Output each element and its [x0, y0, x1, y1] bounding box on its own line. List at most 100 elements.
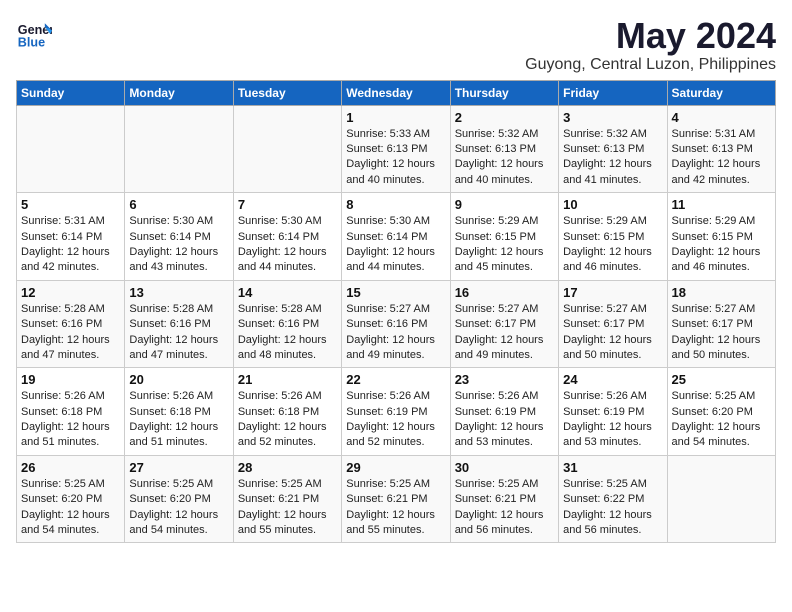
day-info: Sunrise: 5:26 AM Sunset: 6:19 PM Dayligh…	[455, 389, 554, 451]
day-info: Sunrise: 5:25 AM Sunset: 6:21 PM Dayligh…	[346, 477, 445, 539]
day-number: 10	[563, 197, 662, 212]
calendar-day-cell: 12 Sunrise: 5:28 AM Sunset: 6:16 PM Dayli…	[17, 280, 125, 368]
calendar-day-cell: 6 Sunrise: 5:30 AM Sunset: 6:14 PM Daylig…	[125, 193, 233, 281]
weekday-header-cell: Friday	[559, 80, 667, 105]
calendar-day-cell: 31 Sunrise: 5:25 AM Sunset: 6:22 PM Dayli…	[559, 455, 667, 543]
calendar-day-cell: 15 Sunrise: 5:27 AM Sunset: 6:16 PM Dayli…	[342, 280, 450, 368]
calendar-day-cell: 26 Sunrise: 5:25 AM Sunset: 6:20 PM Dayli…	[17, 455, 125, 543]
calendar-day-cell: 2Sunrise: 5:32 AM Sunset: 6:13 PM Daylig…	[450, 105, 558, 193]
day-info: Sunrise: 5:30 AM Sunset: 6:14 PM Dayligh…	[238, 214, 337, 276]
day-number: 31	[563, 460, 662, 475]
day-info: Sunrise: 5:26 AM Sunset: 6:18 PM Dayligh…	[21, 389, 120, 451]
weekday-header-cell: Tuesday	[233, 80, 341, 105]
calendar-day-cell: 21Sunrise: 5:26 AM Sunset: 6:18 PM Dayli…	[233, 368, 341, 456]
day-number: 9	[455, 197, 554, 212]
day-number: 19	[21, 372, 120, 387]
calendar-day-cell: 1Sunrise: 5:33 AM Sunset: 6:13 PM Daylig…	[342, 105, 450, 193]
calendar-day-cell: 23 Sunrise: 5:26 AM Sunset: 6:19 PM Dayli…	[450, 368, 558, 456]
calendar-week-row: 19 Sunrise: 5:26 AM Sunset: 6:18 PM Dayli…	[17, 368, 776, 456]
calendar-day-cell: 27Sunrise: 5:25 AM Sunset: 6:20 PM Dayli…	[125, 455, 233, 543]
day-info: Sunrise: 5:25 AM Sunset: 6:20 PM Dayligh…	[21, 477, 120, 539]
calendar-day-cell: 16 Sunrise: 5:27 AM Sunset: 6:17 PM Dayli…	[450, 280, 558, 368]
calendar-day-cell: 28 Sunrise: 5:25 AM Sunset: 6:21 PM Dayli…	[233, 455, 341, 543]
page-header: General Blue May 2024 Guyong, Central Lu…	[16, 16, 776, 74]
day-number: 2	[455, 110, 554, 125]
day-info: Sunrise: 5:32 AM Sunset: 6:13 PM Dayligh…	[563, 127, 662, 189]
day-number: 5	[21, 197, 120, 212]
calendar-day-cell: 5 Sunrise: 5:31 AM Sunset: 6:14 PM Daylig…	[17, 193, 125, 281]
day-info: Sunrise: 5:33 AM Sunset: 6:13 PM Dayligh…	[346, 127, 445, 189]
day-number: 28	[238, 460, 337, 475]
day-number: 23	[455, 372, 554, 387]
calendar-day-cell: 11Sunrise: 5:29 AM Sunset: 6:15 PM Dayli…	[667, 193, 775, 281]
calendar-day-cell: 3 Sunrise: 5:32 AM Sunset: 6:13 PM Daylig…	[559, 105, 667, 193]
calendar-day-cell: 18 Sunrise: 5:27 AM Sunset: 6:17 PM Dayli…	[667, 280, 775, 368]
day-number: 22	[346, 372, 445, 387]
day-number: 7	[238, 197, 337, 212]
day-number: 15	[346, 285, 445, 300]
weekday-header-cell: Monday	[125, 80, 233, 105]
day-number: 12	[21, 285, 120, 300]
day-number: 13	[129, 285, 228, 300]
calendar-day-cell: 20Sunrise: 5:26 AM Sunset: 6:18 PM Dayli…	[125, 368, 233, 456]
calendar-week-row: 5 Sunrise: 5:31 AM Sunset: 6:14 PM Daylig…	[17, 193, 776, 281]
day-info: Sunrise: 5:28 AM Sunset: 6:16 PM Dayligh…	[129, 302, 228, 364]
calendar-day-cell: 22 Sunrise: 5:26 AM Sunset: 6:19 PM Dayli…	[342, 368, 450, 456]
calendar-day-cell: 30 Sunrise: 5:25 AM Sunset: 6:21 PM Dayli…	[450, 455, 558, 543]
day-info: Sunrise: 5:26 AM Sunset: 6:19 PM Dayligh…	[563, 389, 662, 451]
day-number: 16	[455, 285, 554, 300]
day-info: Sunrise: 5:30 AM Sunset: 6:14 PM Dayligh…	[346, 214, 445, 276]
title-block: May 2024 Guyong, Central Luzon, Philippi…	[525, 16, 776, 74]
day-info: Sunrise: 5:28 AM Sunset: 6:16 PM Dayligh…	[21, 302, 120, 364]
day-info: Sunrise: 5:25 AM Sunset: 6:21 PM Dayligh…	[455, 477, 554, 539]
day-number: 20	[129, 372, 228, 387]
day-number: 6	[129, 197, 228, 212]
month-title: May 2024	[525, 16, 776, 56]
day-number: 24	[563, 372, 662, 387]
day-info: Sunrise: 5:27 AM Sunset: 6:17 PM Dayligh…	[672, 302, 771, 364]
calendar-day-cell: 19 Sunrise: 5:26 AM Sunset: 6:18 PM Dayli…	[17, 368, 125, 456]
day-info: Sunrise: 5:28 AM Sunset: 6:16 PM Dayligh…	[238, 302, 337, 364]
logo: General Blue	[16, 16, 52, 52]
day-info: Sunrise: 5:31 AM Sunset: 6:14 PM Dayligh…	[21, 214, 120, 276]
day-info: Sunrise: 5:29 AM Sunset: 6:15 PM Dayligh…	[455, 214, 554, 276]
calendar-day-cell	[17, 105, 125, 193]
day-info: Sunrise: 5:27 AM Sunset: 6:16 PM Dayligh…	[346, 302, 445, 364]
day-info: Sunrise: 5:27 AM Sunset: 6:17 PM Dayligh…	[455, 302, 554, 364]
day-info: Sunrise: 5:31 AM Sunset: 6:13 PM Dayligh…	[672, 127, 771, 189]
calendar-day-cell: 8 Sunrise: 5:30 AM Sunset: 6:14 PM Daylig…	[342, 193, 450, 281]
day-number: 4	[672, 110, 771, 125]
day-info: Sunrise: 5:25 AM Sunset: 6:22 PM Dayligh…	[563, 477, 662, 539]
day-info: Sunrise: 5:25 AM Sunset: 6:20 PM Dayligh…	[672, 389, 771, 451]
weekday-header-cell: Sunday	[17, 80, 125, 105]
calendar-body: 1Sunrise: 5:33 AM Sunset: 6:13 PM Daylig…	[17, 105, 776, 543]
svg-text:Blue: Blue	[18, 36, 45, 50]
calendar-day-cell: 24 Sunrise: 5:26 AM Sunset: 6:19 PM Dayli…	[559, 368, 667, 456]
day-info: Sunrise: 5:26 AM Sunset: 6:19 PM Dayligh…	[346, 389, 445, 451]
day-number: 26	[21, 460, 120, 475]
day-info: Sunrise: 5:30 AM Sunset: 6:14 PM Dayligh…	[129, 214, 228, 276]
calendar-day-cell: 13 Sunrise: 5:28 AM Sunset: 6:16 PM Dayli…	[125, 280, 233, 368]
day-number: 30	[455, 460, 554, 475]
day-number: 29	[346, 460, 445, 475]
day-number: 18	[672, 285, 771, 300]
day-number: 8	[346, 197, 445, 212]
day-number: 11	[672, 197, 771, 212]
calendar-day-cell: 4 Sunrise: 5:31 AM Sunset: 6:13 PM Daylig…	[667, 105, 775, 193]
calendar-day-cell: 14Sunrise: 5:28 AM Sunset: 6:16 PM Dayli…	[233, 280, 341, 368]
calendar-day-cell	[125, 105, 233, 193]
weekday-header-cell: Saturday	[667, 80, 775, 105]
calendar-day-cell	[233, 105, 341, 193]
calendar-day-cell: 29 Sunrise: 5:25 AM Sunset: 6:21 PM Dayli…	[342, 455, 450, 543]
weekday-header-cell: Wednesday	[342, 80, 450, 105]
day-info: Sunrise: 5:25 AM Sunset: 6:21 PM Dayligh…	[238, 477, 337, 539]
calendar-day-cell	[667, 455, 775, 543]
weekday-header-cell: Thursday	[450, 80, 558, 105]
calendar-day-cell: 7 Sunrise: 5:30 AM Sunset: 6:14 PM Daylig…	[233, 193, 341, 281]
calendar-week-row: 1Sunrise: 5:33 AM Sunset: 6:13 PM Daylig…	[17, 105, 776, 193]
day-number: 17	[563, 285, 662, 300]
day-number: 3	[563, 110, 662, 125]
day-info: Sunrise: 5:29 AM Sunset: 6:15 PM Dayligh…	[563, 214, 662, 276]
day-info: Sunrise: 5:27 AM Sunset: 6:17 PM Dayligh…	[563, 302, 662, 364]
day-info: Sunrise: 5:26 AM Sunset: 6:18 PM Dayligh…	[238, 389, 337, 451]
